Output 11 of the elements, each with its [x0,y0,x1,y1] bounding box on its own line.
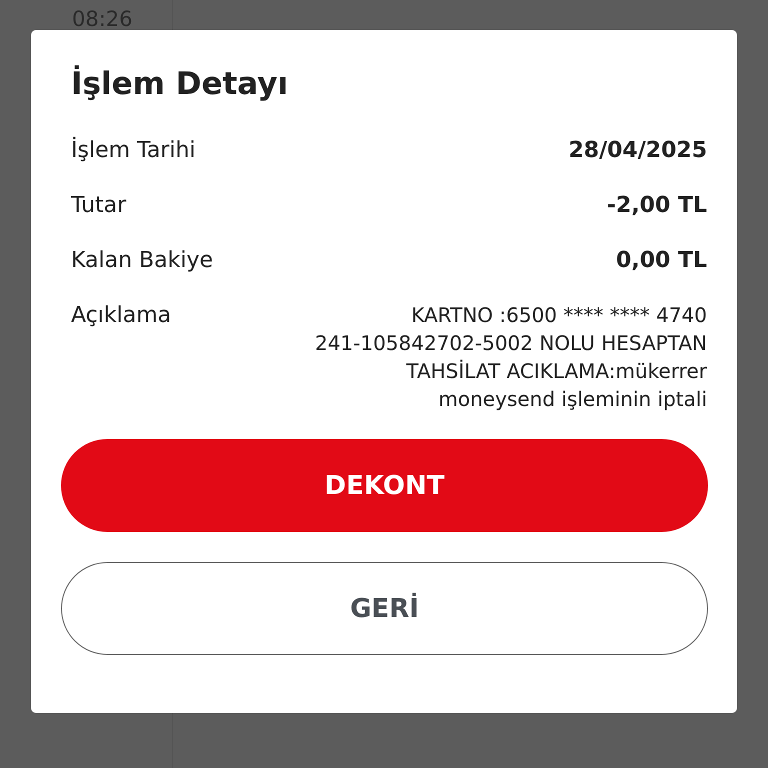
detail-label: İşlem Tarihi [71,136,196,165]
detail-label: Açıklama [71,302,172,330]
back-button[interactable]: GERİ [61,562,708,655]
detail-value: 28/04/2025 [568,137,707,165]
detail-label: Kalan Bakiye [71,247,214,275]
detail-value: -2,00 TL [606,192,707,220]
detail-value: KARTNO :6500 **** **** 4740 241-105842702-5002 NOLU HESAPTAN TAHSİLAT ACIKLAMA:mükerrer moneysend işleminin iptali [314,302,707,413]
detail-value: 0,00 TL [616,247,707,275]
detail-label: Tutar [71,192,126,220]
receipt-button[interactable]: DEKONT [61,439,708,532]
dialog-title: İşlem Detayı [71,64,290,104]
